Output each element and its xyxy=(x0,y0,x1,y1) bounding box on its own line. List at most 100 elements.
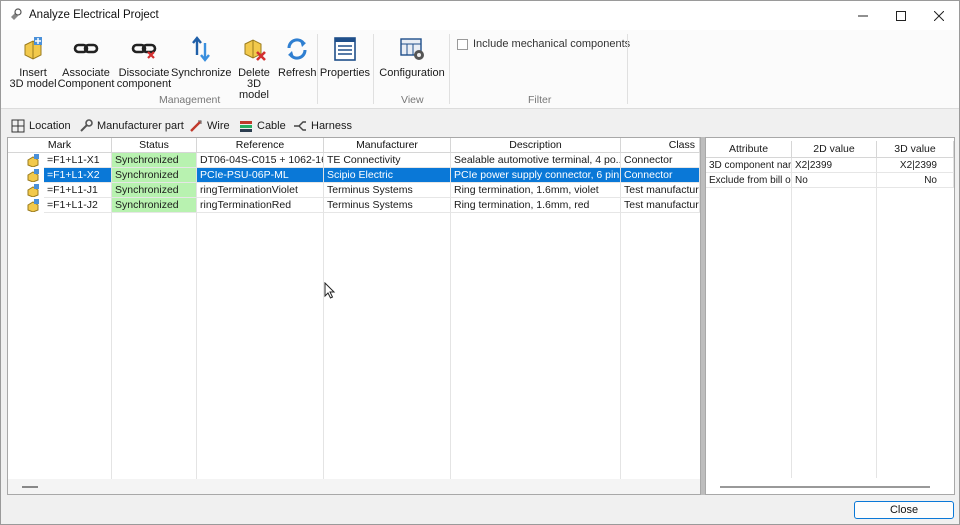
cell-status: Synchronized xyxy=(112,153,197,168)
tab-cable-label: Cable xyxy=(257,119,286,132)
refresh-button[interactable]: Refresh xyxy=(278,35,317,79)
scrollbar-thumb[interactable] xyxy=(22,486,38,488)
cell-mark: =F1+L1-J1 xyxy=(44,183,112,198)
column-header-3d-value[interactable]: 3D value xyxy=(877,141,954,158)
column-header-mark[interactable]: Mark xyxy=(8,138,112,153)
cell-mark: =F1+L1-J2 xyxy=(44,198,112,213)
cell-mark: =F1+L1-X2 xyxy=(44,168,112,183)
cell-reference: ringTerminationViolet xyxy=(197,183,324,198)
insert-3d-model-button[interactable]: Insert 3D model xyxy=(8,35,58,90)
column-header-description[interactable]: Description xyxy=(451,138,621,153)
properties-label: Properties xyxy=(319,67,371,79)
attributes-scrollbar[interactable] xyxy=(720,486,930,488)
attribute-row[interactable]: 3D component name X2|2399 X2|2399 xyxy=(706,158,954,173)
wrench-icon xyxy=(80,118,93,132)
minimize-icon[interactable] xyxy=(843,1,883,30)
properties-button[interactable]: Properties xyxy=(319,35,371,79)
cell-reference: DT06-04S-C015 + 1062-16... xyxy=(197,153,324,168)
cell-class: Connector xyxy=(621,153,700,168)
column-header-manufacturer[interactable]: Manufacturer xyxy=(324,138,451,153)
attributes-header: Attribute 2D value 3D value xyxy=(706,138,954,158)
cell-status: Synchronized xyxy=(112,183,197,198)
tab-wire-label: Wire xyxy=(207,119,230,132)
cell-reference: ringTerminationRed xyxy=(197,198,324,213)
maximize-icon[interactable] xyxy=(881,1,921,30)
component-icon xyxy=(27,154,39,167)
tab-harness[interactable]: Harness xyxy=(293,116,352,135)
configuration-icon xyxy=(400,38,424,60)
title-bar: Analyze Electrical Project xyxy=(1,1,959,30)
delete-3d-model-icon xyxy=(244,39,266,61)
grid-header: Mark Status Reference Manufacturer Descr… xyxy=(8,138,700,153)
refresh-label: Refresh xyxy=(278,67,317,79)
view-tabs: Location Manufacturer part Wire Cable Ha… xyxy=(1,116,701,136)
table-row[interactable]: =F1+L1-J1 Synchronized ringTerminationVi… xyxy=(8,183,700,198)
synchronize-icon xyxy=(192,36,210,62)
refresh-icon xyxy=(287,38,307,60)
associate-label-2: Component xyxy=(57,78,115,90)
dissociate-label-2: component xyxy=(116,78,172,90)
insert-3d-model-icon xyxy=(24,37,42,60)
properties-icon xyxy=(334,37,356,61)
include-mechanical-checkbox[interactable]: Include mechanical components xyxy=(457,38,630,50)
cell-mark: =F1+L1-X1 xyxy=(44,153,112,168)
column-header-attribute[interactable]: Attribute xyxy=(706,141,792,158)
cell-description: PCIe power supply connector, 6 pin... xyxy=(451,168,621,183)
cell-class: Test manufacture xyxy=(621,183,700,198)
attribute-row[interactable]: Exclude from bill o... No No xyxy=(706,173,954,188)
table-row[interactable]: =F1+L1-X1 Synchronized DT06-04S-C015 + 1… xyxy=(8,153,700,168)
component-icon xyxy=(27,184,39,197)
component-icon xyxy=(27,169,39,182)
tab-location[interactable]: Location xyxy=(11,116,71,135)
location-icon xyxy=(11,119,25,132)
cell-description: Ring termination, 1.6mm, violet xyxy=(451,183,621,198)
table-row[interactable]: =F1+L1-J2 Synchronized ringTerminationRe… xyxy=(8,198,700,213)
configuration-button[interactable]: Configuration xyxy=(378,35,446,79)
cell-class: Connector xyxy=(621,168,700,183)
cell-3d-value: X2|2399 xyxy=(877,158,954,173)
cell-attribute: Exclude from bill o... xyxy=(706,173,792,188)
tab-cable[interactable]: Cable xyxy=(239,116,286,135)
wire-icon xyxy=(190,119,202,132)
cell-manufacturer: TE Connectivity xyxy=(324,153,451,168)
close-icon[interactable] xyxy=(919,1,959,30)
configuration-label: Configuration xyxy=(379,67,445,79)
cell-attribute: 3D component name xyxy=(706,158,792,173)
synchronize-button[interactable]: Synchronize xyxy=(171,35,232,79)
tab-manufacturer-part[interactable]: Manufacturer part xyxy=(79,116,184,135)
tab-harness-label: Harness xyxy=(311,119,352,132)
unlink-icon xyxy=(131,43,157,59)
ribbon-toolbar: Insert 3D model Associate Component Diss… xyxy=(1,30,959,109)
include-mechanical-label: Include mechanical components xyxy=(473,38,631,50)
cell-reference: PCIe-PSU-06P-ML xyxy=(197,168,324,183)
table-row-selected[interactable]: =F1+L1-X2 Synchronized PCIe-PSU-06P-ML S… xyxy=(8,168,700,183)
column-header-class[interactable]: Class xyxy=(621,138,700,153)
cell-manufacturer: Scipio Electric xyxy=(324,168,451,183)
delete-3d-model-button[interactable]: Delete 3D model xyxy=(231,35,277,101)
cable-icon xyxy=(240,120,252,132)
dissociate-component-button[interactable]: Dissociate component xyxy=(115,35,173,90)
column-header-reference[interactable]: Reference xyxy=(197,138,324,153)
group-label-filter: Filter xyxy=(528,94,552,106)
link-icon xyxy=(73,43,99,54)
checkbox-box[interactable] xyxy=(457,38,468,50)
column-header-2d-value[interactable]: 2D value xyxy=(792,141,877,158)
associate-component-button[interactable]: Associate Component xyxy=(57,35,115,90)
group-label-view: View xyxy=(401,94,424,106)
tab-location-label: Location xyxy=(29,119,71,132)
horizontal-scrollbar[interactable] xyxy=(8,479,700,494)
cell-3d-value: No xyxy=(877,173,954,188)
cell-2d-value: X2|2399 xyxy=(792,158,877,173)
tab-wire[interactable]: Wire xyxy=(189,116,230,135)
column-divider xyxy=(876,188,877,478)
close-button[interactable]: Close xyxy=(854,501,954,519)
window-title: Analyze Electrical Project xyxy=(29,9,159,21)
ribbon-separator xyxy=(317,34,318,104)
components-grid: Mark Status Reference Manufacturer Descr… xyxy=(7,137,701,495)
tab-manufacturer-part-label: Manufacturer part xyxy=(97,119,184,132)
cell-description: Ring termination, 1.6mm, red xyxy=(451,198,621,213)
app-icon xyxy=(11,8,22,20)
column-header-status[interactable]: Status xyxy=(112,138,197,153)
cell-status: Synchronized xyxy=(112,198,197,213)
analyze-electrical-project-window: Analyze Electrical Project Insert 3D mod… xyxy=(0,0,960,525)
